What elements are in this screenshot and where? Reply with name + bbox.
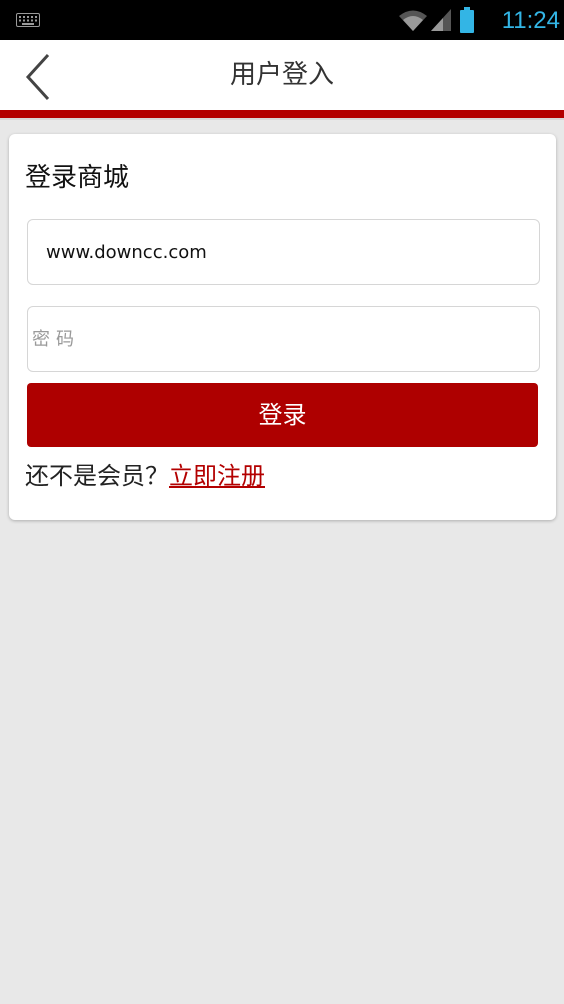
username-field[interactable] — [27, 219, 540, 285]
register-prompt-line: 还不是会员？立即注册 — [25, 458, 265, 494]
header-divider — [0, 110, 564, 118]
keyboard-icon — [16, 13, 40, 27]
status-bar: 11:24 — [0, 0, 564, 40]
wifi-icon — [399, 10, 427, 31]
login-card-title: 登录商城 — [25, 163, 130, 193]
app-header: 用户登入 — [0, 40, 564, 110]
login-card: 登录商城 登录 还不是会员？立即注册 — [9, 134, 556, 520]
password-field[interactable] — [27, 306, 540, 372]
status-clock: 11:24 — [501, 7, 560, 34]
signal-icon — [431, 9, 451, 31]
back-button[interactable] — [18, 52, 58, 102]
login-button[interactable]: 登录 — [27, 383, 538, 447]
page-title: 用户登入 — [229, 60, 334, 90]
header-divider-shadow — [0, 118, 564, 120]
username-input[interactable] — [28, 220, 539, 284]
chevron-left-icon — [25, 53, 50, 101]
register-prompt: 还不是会员？ — [25, 462, 169, 490]
battery-icon — [460, 7, 474, 33]
register-link[interactable]: 立即注册 — [169, 462, 265, 490]
password-input[interactable] — [28, 307, 539, 371]
